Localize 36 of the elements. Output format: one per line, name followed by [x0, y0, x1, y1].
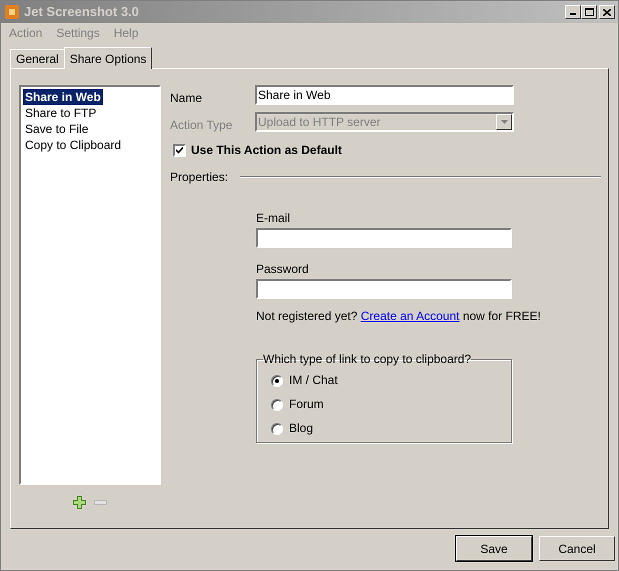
radio-label: Forum [289, 398, 324, 411]
checkbox[interactable] [173, 144, 186, 156]
register-text: Not registered yet? Create an Account now for FREE! [256, 308, 541, 325]
radio-label: IM / Chat [289, 374, 338, 387]
action-list-item[interactable]: Share in Web [23, 89, 103, 105]
email-label: E-mail [256, 211, 292, 225]
email-field[interactable] [256, 228, 512, 248]
minimize-button[interactable] [565, 5, 581, 19]
checkmark-icon [176, 146, 183, 154]
action-list-item[interactable]: Save to File [23, 121, 90, 137]
maximize-button[interactable] [581, 5, 597, 19]
add-icon[interactable] [73, 496, 86, 509]
action-list-item[interactable]: Copy to Clipboard [23, 137, 124, 153]
name-field[interactable]: Share in Web [255, 85, 514, 105]
password-field[interactable] [256, 279, 512, 299]
action-type-label: Action Type [170, 118, 234, 132]
tab[interactable]: General [10, 49, 65, 68]
close-button[interactable] [599, 5, 615, 19]
save-button[interactable]: Save [456, 536, 532, 561]
password-label: Password [256, 262, 310, 276]
radio-button[interactable] [271, 398, 283, 410]
radio-button[interactable] [271, 374, 283, 386]
close-icon [603, 8, 611, 16]
app-icon [4, 4, 20, 20]
create-account-link[interactable]: Create an Account [360, 309, 460, 323]
properties-label: Properties: [170, 169, 228, 186]
cancel-button[interactable]: Cancel [539, 536, 615, 561]
radio-button[interactable] [271, 422, 283, 434]
radio-label: Blog [289, 422, 314, 435]
tab[interactable]: Share Options [64, 47, 152, 69]
group-legend: Which type of link to copy to clipboard? [263, 350, 472, 368]
checkbox-label: Use This Action as Default [191, 142, 342, 159]
name-label: Name [170, 91, 204, 105]
window-title: Jet Screenshot 3.0 [24, 3, 139, 22]
action-list-item[interactable]: Share to FTP [23, 105, 98, 121]
dropdown-arrow-icon [500, 120, 508, 124]
